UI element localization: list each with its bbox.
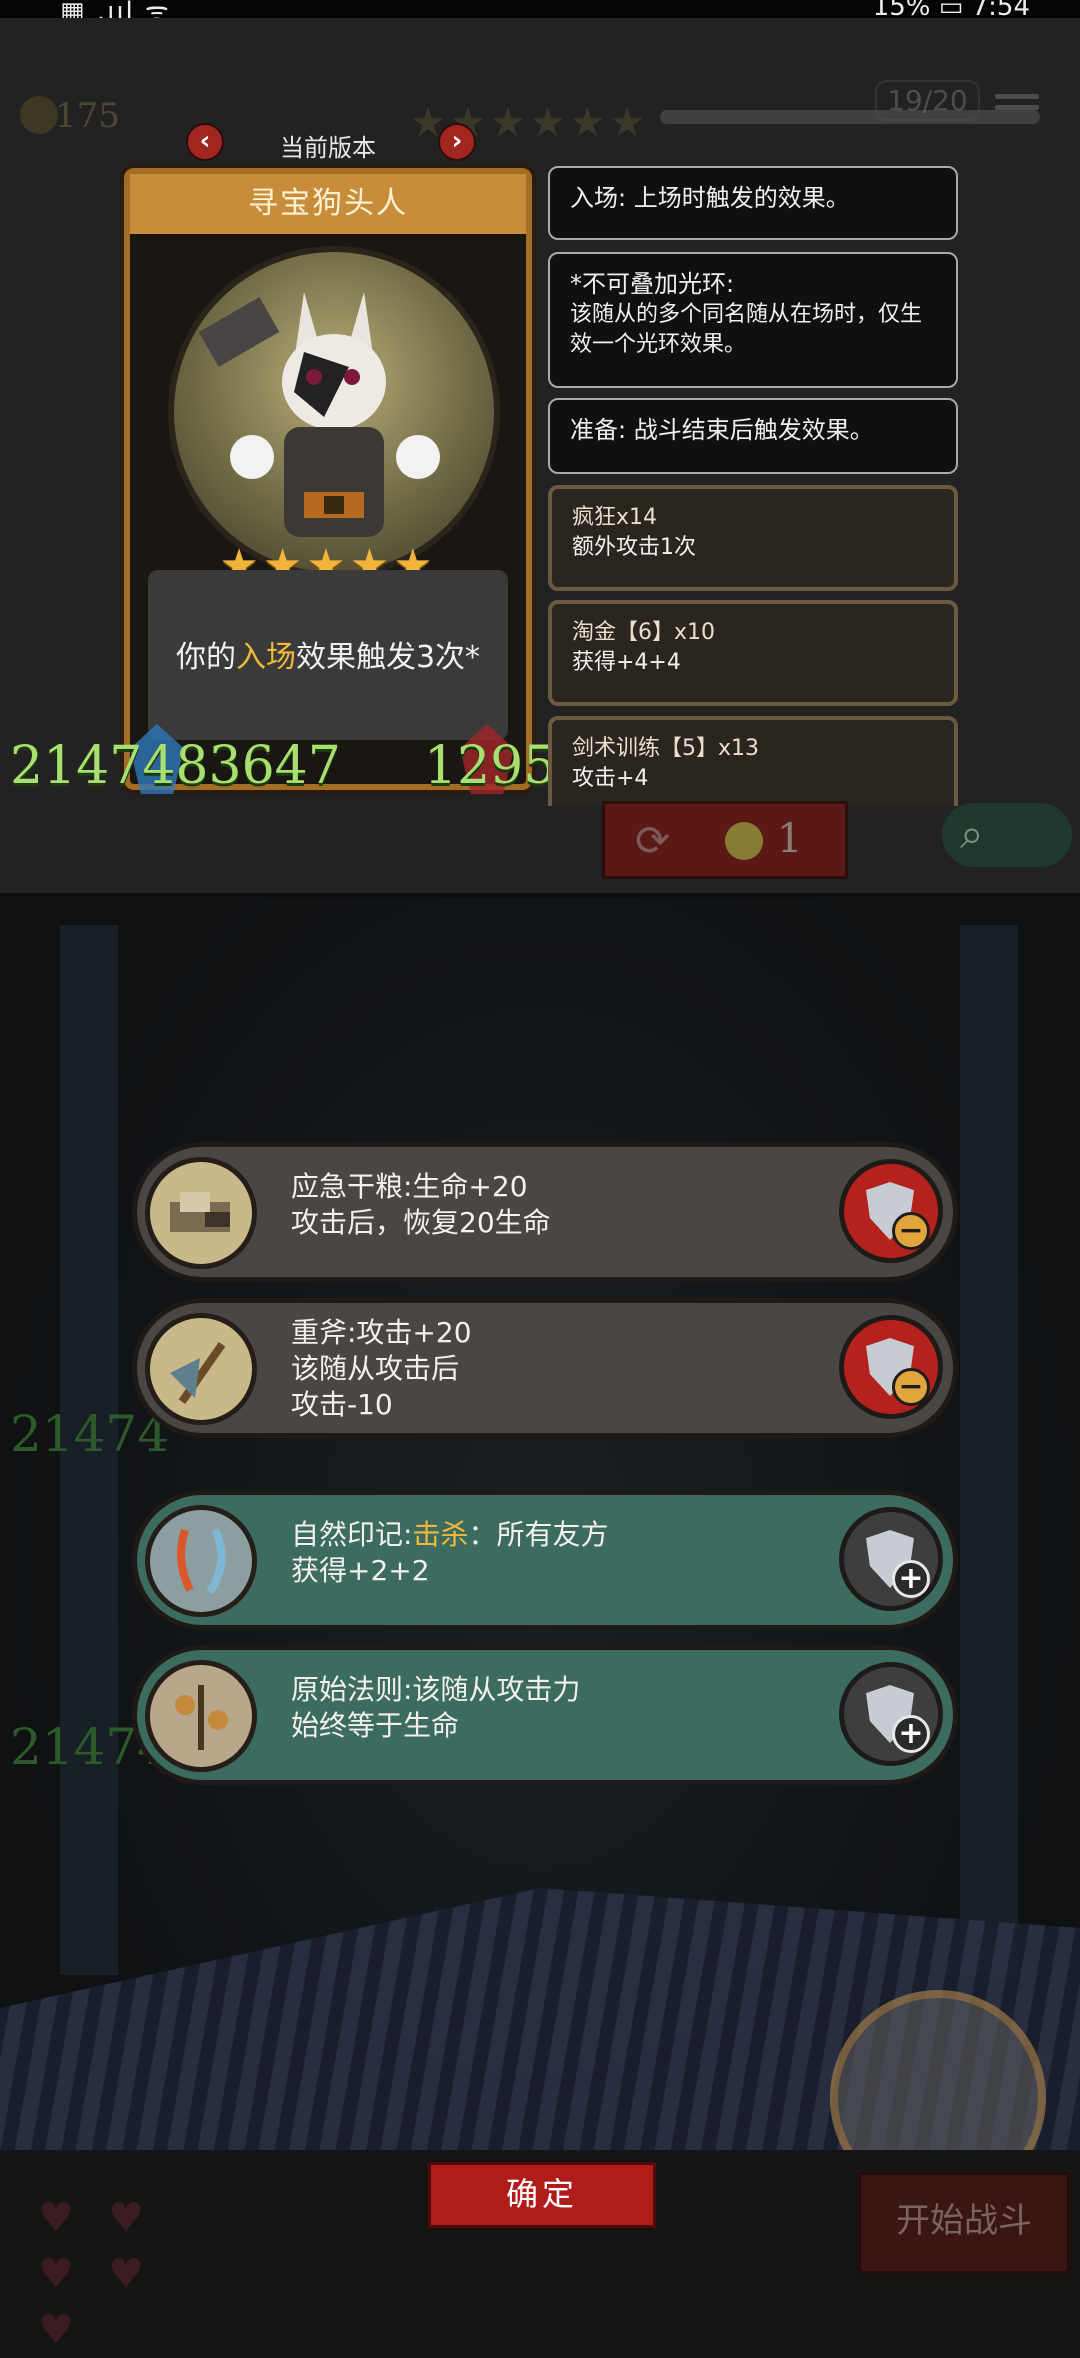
item-line-prefix: 自然印记:	[291, 1518, 413, 1551]
equipment-item[interactable]: 应急干粮:生命+20 攻击后，恢复20生命 −	[132, 1142, 958, 1282]
card-description: 你的入场效果触发3次*	[148, 632, 508, 676]
item-description: 自然印记:击杀：所有友方 获得+2+2	[291, 1517, 811, 1589]
heart-icon: ♥	[38, 2307, 74, 2353]
item-keyword: 击杀	[412, 1518, 469, 1551]
item-line: 自然印记:击杀：所有友方	[291, 1517, 811, 1553]
keyword-tooltip-prepare: 准备: 战斗结束后触发效果。	[548, 398, 958, 474]
tooltip-title: *不可叠加光环:	[570, 270, 735, 298]
item-description: 重斧:攻击+20 该随从攻击后 攻击-10	[291, 1315, 811, 1422]
buff-tooltip-frenzy: 疯狂x14 额外攻击1次	[548, 485, 958, 591]
prev-version-button[interactable]: ‹	[186, 123, 224, 161]
item-line: 攻击后，恢复20生命	[291, 1205, 551, 1239]
item-line: 攻击-10	[291, 1387, 393, 1421]
tooltip-body: 该随从的多个同名随从在场时，仅生效一个光环效果。	[570, 302, 923, 358]
start-battle-button[interactable]: 开始战斗	[858, 2172, 1070, 2274]
item-description: 应急干粮:生命+20 攻击后，恢复20生命	[291, 1169, 811, 1241]
version-label: 当前版本	[280, 134, 376, 162]
desc-suffix: 效果触发3次*	[295, 640, 481, 675]
primal-law-icon	[145, 1660, 257, 1772]
coin-icon	[20, 96, 58, 134]
refresh-cost: 1	[777, 816, 803, 862]
equipment-item[interactable]: 自然印记:击杀：所有友方 获得+2+2 +	[132, 1490, 958, 1630]
background-stat: 21474	[10, 1405, 170, 1463]
tooltip-title: 准备: 战斗结束后触发效果。	[570, 416, 874, 444]
item-line: 该随从攻击后	[291, 1351, 460, 1385]
buff-tooltip-sword-training: 剑术训练【5】x13 攻击+4	[548, 716, 958, 806]
card-portrait	[168, 246, 500, 578]
confirm-label: 确定	[505, 2175, 578, 2213]
health-value: 1295	[424, 736, 557, 796]
item-line: 应急干粮:生命+20	[291, 1170, 528, 1203]
card-name: 寻宝狗头人	[248, 186, 408, 221]
item-line: 重斧:攻击+20	[291, 1316, 472, 1349]
plus-icon: +	[892, 1715, 930, 1753]
search-icon: ⌕	[960, 809, 984, 858]
tooltip-title: 疯狂x14	[572, 505, 658, 530]
tooltip-body: 攻击+4	[572, 765, 649, 791]
plus-icon: +	[892, 1560, 930, 1598]
tooltip-title: 剑术训练【5】x13	[572, 736, 760, 761]
refresh-shop-button[interactable]: ⟳ 1	[602, 801, 848, 879]
coin-count: 175	[55, 96, 120, 136]
unequip-button[interactable]: −	[839, 1159, 943, 1263]
lives-indicator: ♥ ♥ ♥ ♥ ♥	[28, 2190, 228, 2358]
equip-button[interactable]: +	[839, 1507, 943, 1611]
tooltip-title: 淘金【6】x10	[572, 620, 716, 645]
item-line: 原始法则:该随从攻击力	[291, 1673, 581, 1706]
card-detail-panel: 175 ★★★★★★ 19/20 ‹ 当前版本 › 寻宝狗头人 ★★★★★ 你的…	[0, 18, 1080, 897]
tooltip-title: 入场: 上场时触发的效果。	[570, 184, 850, 212]
item-line: 始终等于生命	[291, 1708, 460, 1742]
axe-icon	[145, 1313, 257, 1425]
attack-value: 2147483647	[10, 736, 341, 796]
heart-icon: ♥	[38, 2195, 74, 2241]
start-battle-label: 开始战斗	[896, 2201, 1032, 2241]
unequip-button[interactable]: −	[839, 1315, 943, 1419]
equipment-item[interactable]: 重斧:攻击+20 该随从攻击后 攻击-10 −	[132, 1298, 958, 1438]
ration-icon	[145, 1157, 257, 1269]
item-line: 获得+2+2	[291, 1553, 430, 1587]
progress-bar	[660, 110, 1040, 124]
confirm-button[interactable]: 确定	[428, 2162, 656, 2228]
heart-icon: ♥	[108, 2251, 144, 2297]
heart-icon: ♥	[38, 2251, 74, 2297]
keyword-tooltip-enter: 入场: 上场时触发的效果。	[548, 166, 958, 240]
status-bar: ▦ .ııl ᯤ 15% ▭ 7:54	[0, 0, 1080, 27]
equip-button[interactable]: +	[839, 1662, 943, 1766]
coin-icon	[725, 822, 763, 860]
kobold-illustration	[198, 292, 440, 537]
search-button[interactable]: ⌕	[942, 803, 1072, 867]
heart-icon: ♥	[108, 2195, 144, 2241]
equipment-item[interactable]: 原始法则:该随从攻击力 始终等于生命 +	[132, 1645, 958, 1785]
menu-icon[interactable]	[995, 88, 1039, 122]
minus-icon: −	[892, 1368, 930, 1406]
card-description-box: 你的入场效果触发3次*	[148, 570, 508, 740]
item-line-suffix: ：所有友方	[468, 1518, 609, 1551]
next-version-button[interactable]: ›	[438, 123, 476, 161]
desc-keyword: 入场	[235, 640, 296, 675]
refresh-icon: ⟳	[635, 816, 671, 865]
page-counter: 19/20	[875, 80, 980, 121]
item-description: 原始法则:该随从攻击力 始终等于生命	[291, 1672, 811, 1744]
tooltip-body: 获得+4+4	[572, 649, 681, 675]
minus-icon: −	[892, 1212, 930, 1250]
tooltip-body: 额外攻击1次	[572, 534, 696, 560]
keyword-tooltip-aura: *不可叠加光环: 该随从的多个同名随从在场时，仅生效一个光环效果。	[548, 252, 958, 388]
desc-prefix: 你的	[175, 640, 236, 675]
pillar-decoration	[960, 925, 1018, 1975]
nature-mark-icon	[145, 1505, 257, 1617]
buff-tooltip-gold-rush: 淘金【6】x10 获得+4+4	[548, 600, 958, 706]
minion-card[interactable]: 寻宝狗头人 ★★★★★ 你的入场效果触发3次*	[124, 168, 532, 790]
card-name-plate: 寻宝狗头人	[130, 174, 526, 234]
